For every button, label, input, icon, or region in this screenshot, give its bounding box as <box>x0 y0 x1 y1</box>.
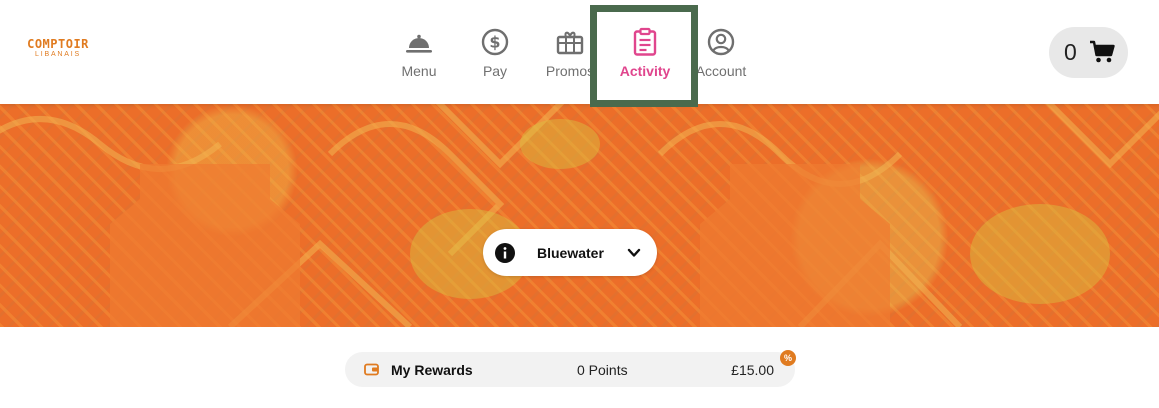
nav-item-pay[interactable]: $ Pay <box>455 0 535 104</box>
nav-item-promos[interactable]: Promos <box>530 0 610 104</box>
banner-pattern <box>0 104 1159 327</box>
nav-item-activity[interactable]: Activity <box>605 0 685 104</box>
user-circle-icon <box>707 28 735 56</box>
info-icon <box>495 243 515 263</box>
nav-item-account[interactable]: Account <box>681 0 761 104</box>
location-selector[interactable]: Bluewater <box>483 229 657 276</box>
clipboard-icon <box>633 27 657 56</box>
dollar-circle-icon: $ <box>481 28 509 56</box>
rewards-points: 0 Points <box>577 362 628 378</box>
rewards-label: My Rewards <box>391 362 473 378</box>
cart-icon <box>1090 40 1115 63</box>
cart-count: 0 <box>1064 39 1077 65</box>
nav-label-account: Account <box>695 63 747 79</box>
nav-item-menu[interactable]: Menu <box>379 0 459 104</box>
location-name: Bluewater <box>537 245 604 261</box>
wallet-icon <box>364 363 379 376</box>
header: COMPTOIR LIBANAIS Menu $ Pay Promos Acti… <box>0 0 1159 104</box>
hero-banner <box>0 104 1159 327</box>
logo-main-text: COMPTOIR <box>27 37 89 51</box>
cart-button[interactable]: 0 <box>1049 27 1128 78</box>
logo[interactable]: COMPTOIR LIBANAIS <box>16 38 100 58</box>
chevron-down-icon <box>627 248 641 257</box>
discount-badge: % <box>780 350 796 366</box>
rewards-bar[interactable]: My Rewards 0 Points £15.00 % <box>345 350 796 387</box>
rewards-amount: £15.00 <box>731 362 774 378</box>
logo-sub-text: LIBANAIS <box>35 51 81 58</box>
svg-text:$: $ <box>489 33 500 52</box>
gift-icon <box>556 31 584 55</box>
cloche-icon <box>406 34 432 53</box>
